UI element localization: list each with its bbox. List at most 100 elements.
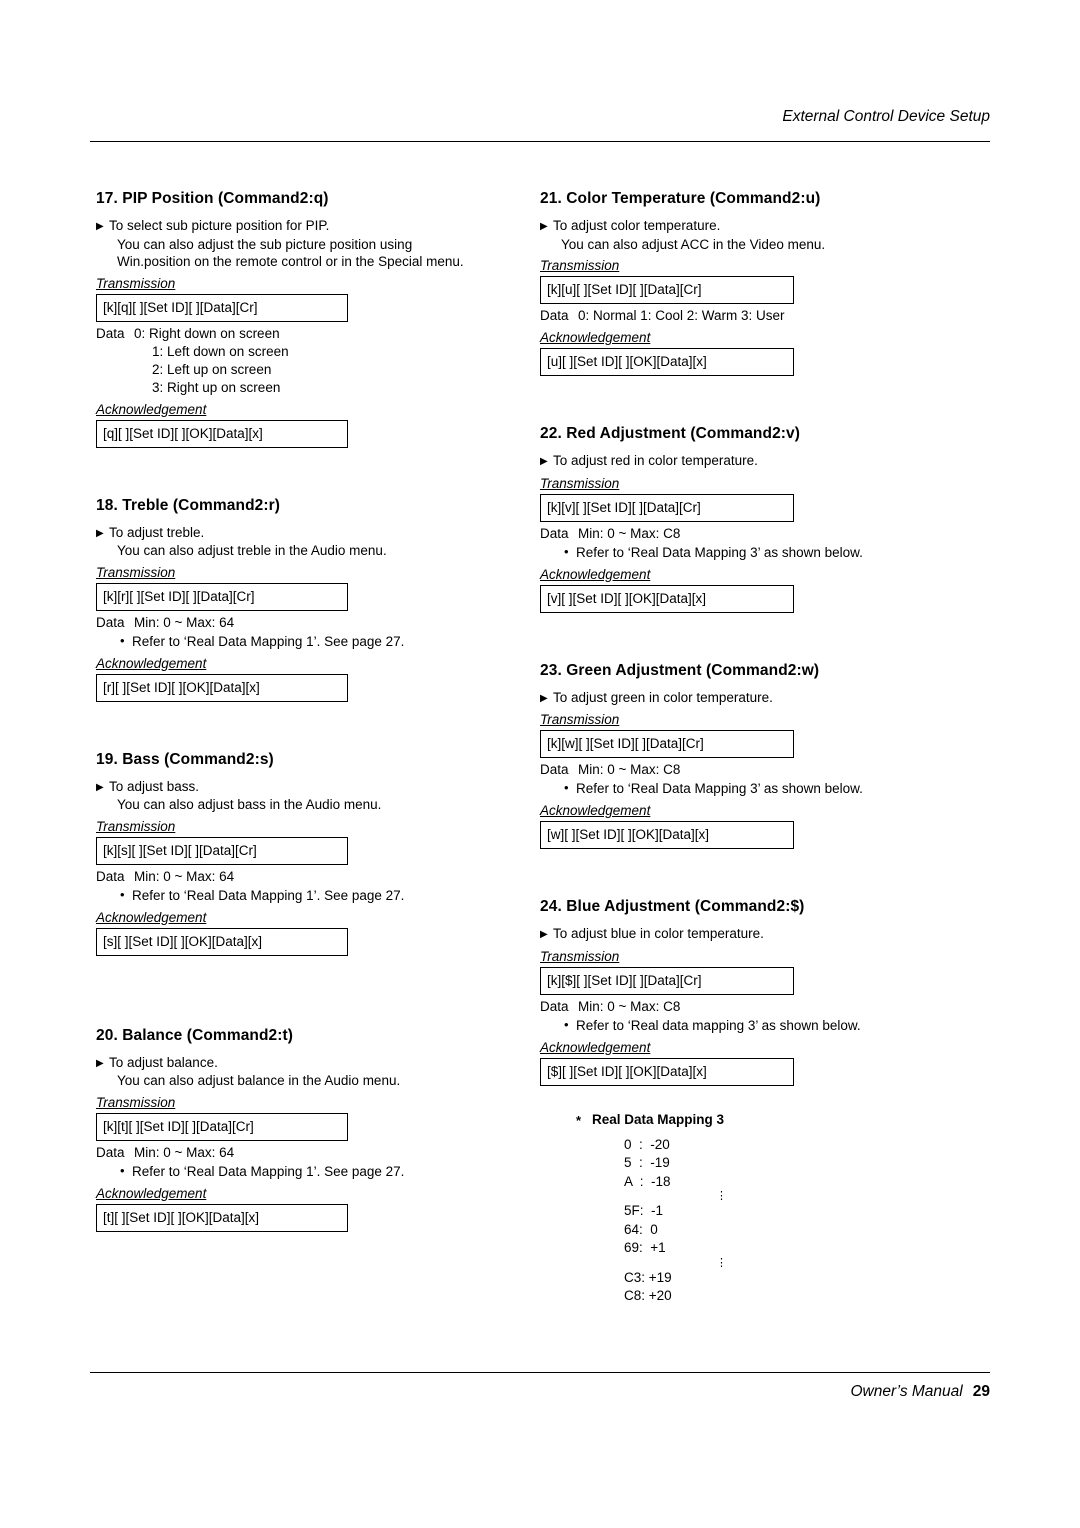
transmission-label: Transmission [96, 564, 176, 580]
note-line: • Refer to ‘Real Data Mapping 3’ as shown… [540, 780, 960, 798]
bullet-dot-icon: • [120, 886, 125, 902]
mapping-row: 69: +1 [624, 1240, 666, 1255]
subline: You can also adjust the sub picture posi… [117, 236, 413, 252]
mapping-row: C8: +20 [624, 1288, 672, 1303]
bullet-dot-icon: • [564, 780, 569, 795]
triangle-right-icon: ▶ [540, 221, 548, 232]
data-value: Min: 0 ~ Max: C8 [578, 762, 681, 777]
section-red-adjustment: 22. Red Adjustment (Command2:v) ▶ To adju… [540, 425, 960, 613]
bullet-row: ▶ To adjust color temperature. [540, 217, 960, 236]
transmission-label: Transmission [96, 818, 176, 834]
bullet-row: ▶ To adjust red in color temperature. [540, 452, 960, 471]
triangle-right-icon: ▶ [96, 221, 104, 232]
section-green-adjustment: 23. Green Adjustment (Command2:w) ▶ To ad… [540, 661, 960, 849]
subline: You can also adjust balance in the Audio… [117, 1073, 401, 1088]
transmission-code: [k][w][ ][Set ID][ ][Data][Cr] [540, 730, 794, 758]
transmission-label: Transmission [96, 275, 176, 291]
data-label: Data [540, 308, 569, 323]
bullet-text: To adjust red in color temperature. [553, 453, 758, 468]
acknowledgement-label: Acknowledgement [96, 1185, 207, 1201]
data-option: 2: Left up on screen [152, 361, 272, 377]
triangle-right-icon: ▶ [96, 1057, 104, 1069]
note-text: Refer to ‘Real Data Mapping 1’. See page… [132, 887, 405, 903]
bullet-text: To adjust green in color temperature. [553, 689, 773, 705]
transmission-code: [k][$][ ][Set ID][ ][Data][Cr] [540, 966, 794, 995]
data-option: 1: Left down on screen [152, 343, 289, 359]
bullet-text: To select sub picture position for PIP. [109, 218, 330, 233]
footer-manual-text: Owner’s Manual [850, 1383, 963, 1400]
data-line: Data Min: 0 ~ Max: 64 [96, 868, 516, 886]
mapping-row: C3: +19 [624, 1269, 672, 1285]
asterisk-icon: * [576, 1112, 582, 1128]
note-line: • Refer to ‘Real Data Mapping 3’ as shown… [540, 544, 960, 562]
mapping-row: 5F: -1 [624, 1203, 664, 1218]
bullet-row: ▶ To adjust bass. [96, 778, 516, 797]
footer-divider [90, 1372, 990, 1373]
section-title: 23. Green Adjustment (Command2:w) [540, 661, 820, 679]
mapping-row: 5 : -19 [624, 1155, 670, 1170]
bullet-text: To adjust color temperature. [553, 218, 721, 233]
data-value: Min: 0 ~ Max: 64 [134, 614, 235, 630]
transmission-label: Transmission [540, 258, 620, 273]
bullet-row: ▶ To adjust balance. [96, 1054, 516, 1073]
note-text: Refer to ‘Real Data Mapping 1’. See page… [132, 1163, 405, 1179]
section-title: 20. Balance (Command2:t) [96, 1026, 294, 1044]
section-title: 21. Color Temperature (Command2:u) [540, 190, 821, 207]
real-data-mapping-block: * Real Data Mapping 3 0 : -20 5 : -19 A :… [540, 1112, 960, 1306]
note-line: • Refer to ‘Real data mapping 3’ as shown… [540, 1017, 960, 1035]
data-line: Data 0: Normal 1: Cool 2: Warm 3: User [540, 307, 960, 325]
triangle-right-icon: ▶ [540, 929, 548, 940]
section-title: 22. Red Adjustment (Command2:v) [540, 425, 801, 442]
section-title: 17. PIP Position (Command2:q) [96, 190, 329, 207]
acknowledgement-label: Acknowledgement [96, 909, 207, 925]
note-text: Refer to ‘Real data mapping 3’ as shown … [576, 1017, 861, 1033]
bullet-row: ▶ To select sub picture position for PIP. [96, 217, 516, 236]
page-header: External Control Device Setup [782, 108, 990, 125]
acknowledgement-label: Acknowledgement [540, 803, 651, 818]
subline: You can also adjust bass in the Audio me… [117, 797, 382, 812]
acknowledgement-code: [$][ ][Set ID][ ][OK][Data][x] [540, 1057, 794, 1086]
acknowledgement-code: [v][ ][Set ID][ ][OK][Data][x] [540, 584, 794, 613]
bullet-dot-icon: • [120, 632, 125, 648]
bullet-row: ▶ To adjust treble. [96, 524, 516, 543]
acknowledgement-code: [s][ ][Set ID][ ][OK][Data][x] [96, 927, 348, 956]
bullet-row: ▶ To adjust green in color temperature. [540, 689, 960, 708]
acknowledgement-label: Acknowledgement [540, 330, 651, 345]
acknowledgement-code: [t][ ][Set ID][ ][OK][Data][x] [96, 1203, 348, 1232]
note-line: • Refer to ‘Real Data Mapping 1’. See pag… [96, 887, 516, 905]
page-number: 29 [972, 1383, 990, 1400]
data-label: Data [96, 614, 125, 630]
section-blue-adjustment: 24. Blue Adjustment (Command2:$) ▶ To adj… [540, 898, 960, 1086]
subline: You can also adjust treble in the Audio … [117, 543, 387, 558]
real-data-mapping-title: * Real Data Mapping 3 [540, 1111, 960, 1128]
bullet-text: To adjust treble. [109, 524, 205, 540]
data-line: Data Min: 0 ~ Max: 64 [96, 1144, 516, 1162]
header-divider [90, 141, 990, 142]
note-line: • Refer to ‘Real Data Mapping 1’. See pag… [96, 1163, 516, 1181]
acknowledgement-label: Acknowledgement [96, 401, 207, 417]
acknowledgement-label: Acknowledgement [540, 566, 651, 582]
triangle-right-icon: ▶ [96, 781, 104, 793]
data-label: Data [96, 1144, 125, 1160]
acknowledgement-label: Acknowledgement [540, 1039, 651, 1055]
real-data-mapping-title-text: Real Data Mapping 3 [592, 1111, 725, 1127]
subline: You can also adjust ACC in the Video men… [561, 236, 826, 252]
transmission-label: Transmission [540, 948, 620, 964]
triangle-right-icon: ▶ [96, 527, 104, 539]
data-option: 3: Right up on screen [152, 379, 281, 395]
page-footer: Owner’s Manual 29 [90, 1383, 990, 1401]
section-color-temperature: 21. Color Temperature (Command2:u) ▶ To a… [540, 190, 960, 376]
data-line: Data Min: 0 ~ Max: C8 [540, 998, 960, 1016]
note-text: Refer to ‘Real Data Mapping 3’ as shown … [576, 544, 863, 560]
acknowledgement-code: [u][ ][Set ID][ ][OK][Data][x] [540, 348, 794, 376]
transmission-label: Transmission [540, 712, 620, 727]
data-label: Data [96, 868, 125, 884]
section-pip-position: 17. PIP Position (Command2:q) ▶ To select… [96, 190, 516, 448]
subline: Win.position on the remote control or in… [117, 254, 464, 269]
data-value: Min: 0 ~ Max: C8 [578, 525, 681, 541]
data-value: Min: 0 ~ Max: 64 [134, 1144, 235, 1160]
data-label: Data [540, 525, 569, 541]
data-value: Min: 0 ~ Max: C8 [578, 998, 681, 1014]
